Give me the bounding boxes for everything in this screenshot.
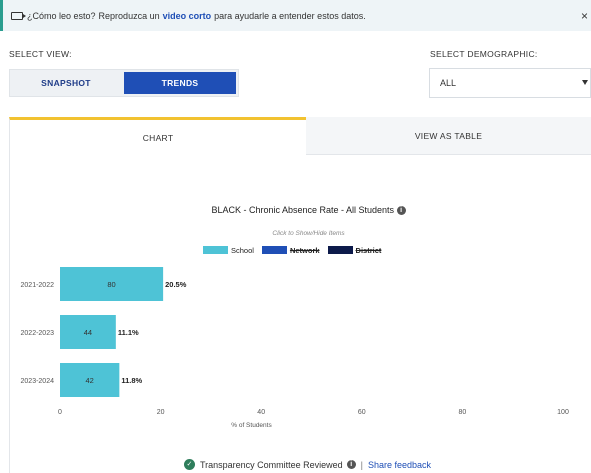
chart-title-text: BLACK - Chronic Absence Rate - All Stude… (211, 205, 395, 215)
data-label: 11.1% (118, 328, 139, 337)
close-icon[interactable]: × (581, 9, 588, 23)
x-tick-label: 60 (358, 409, 366, 416)
x-tick-label: 40 (257, 409, 265, 416)
reviewed-text: Transparency Committee Reviewed (199, 459, 343, 470)
video-link[interactable]: video corto (163, 11, 212, 21)
view-toggle: SNAPSHOT TRENDS (9, 69, 239, 97)
select-demographic-label: SELECT DEMOGRAPHIC: (430, 49, 538, 59)
footer-info-icon[interactable]: i (346, 460, 356, 469)
tab-view-as-table[interactable]: VIEW AS TABLE (306, 117, 591, 155)
x-axis-label: % of Students (231, 422, 272, 429)
y-tick-label: 2023-2024 (21, 378, 55, 385)
view-tabs: CHART VIEW AS TABLE (9, 117, 591, 155)
x-tick-label: 20 (157, 409, 165, 416)
banner-text-after: para ayudarle a entender estos datos. (214, 10, 366, 21)
tab-chart[interactable]: CHART (9, 117, 306, 155)
legend-swatch-network (261, 246, 287, 254)
select-view-label: SELECT VIEW: (9, 49, 72, 59)
x-tick-label: 0 (58, 409, 62, 416)
footer-separator: | (360, 459, 364, 470)
snapshot-button[interactable]: SNAPSHOT (10, 70, 122, 96)
chevron-down-icon (582, 80, 588, 85)
legend-label-district: District (355, 245, 382, 255)
bar-count-label: 44 (84, 328, 92, 337)
legend-item-district[interactable]: District (327, 245, 382, 255)
trends-button[interactable]: TRENDS (124, 72, 236, 94)
video-icon (11, 11, 26, 20)
bar-count-label: 80 (107, 280, 115, 289)
x-tick-label: 100 (557, 409, 569, 416)
share-feedback-link[interactable]: Share feedback (368, 460, 431, 470)
banner-question: ¿Cómo leo esto? (27, 10, 96, 21)
legend-swatch-district (327, 246, 353, 254)
check-icon: ✓ (183, 459, 195, 470)
demographic-select[interactable]: ALL (429, 68, 591, 98)
footer: ✓ Transparency Committee Reviewed i | Sh… (0, 456, 591, 473)
demographic-value: ALL (440, 78, 457, 88)
x-tick-label: 80 (459, 409, 467, 416)
bar-chart: 2021-2022 80 20.5% 2022-2023 44 11.1% 2023-202… (21, 267, 569, 429)
legend-label-school: School (231, 245, 254, 255)
legend-label-network: Network (289, 245, 320, 255)
legend-item-network[interactable]: Network (261, 245, 320, 255)
banner-text-before: Reproduzca un (98, 10, 160, 21)
y-tick-label: 2022-2023 (21, 330, 55, 337)
info-banner: ¿Cómo leo esto? Reproduzca un video cort… (0, 0, 591, 31)
legend-swatch-school (203, 246, 228, 254)
info-icon[interactable]: i (396, 206, 406, 216)
chart-title: BLACK - Chronic Absence Rate - All Stude… (0, 205, 591, 216)
legend-item-school[interactable]: School (203, 246, 254, 255)
data-label: 20.5% (165, 280, 187, 289)
bar-count-label: 42 (86, 376, 94, 385)
data-label: 11.8% (121, 376, 142, 385)
legend-hint: Click to Show/Hide Items (272, 230, 345, 237)
y-tick-label: 2021-2022 (21, 282, 55, 289)
